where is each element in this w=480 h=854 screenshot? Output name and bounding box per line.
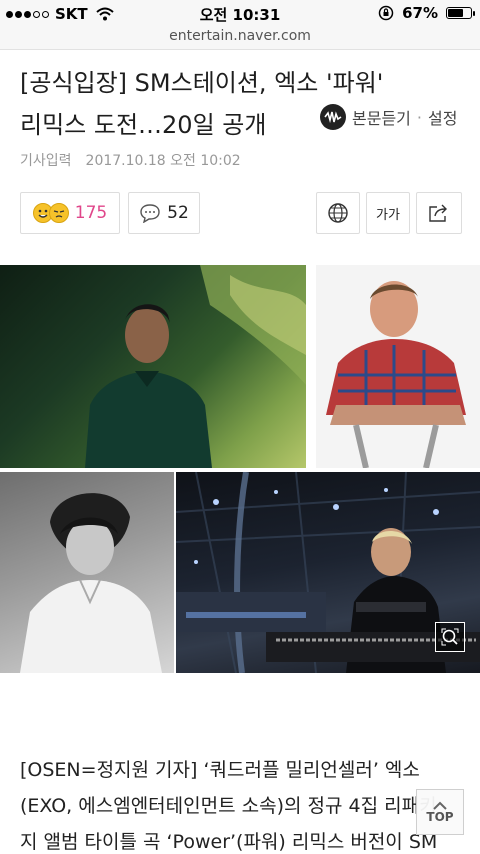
- article-title-line-1: [공식입장] SM스테이션, 엑소 '파워': [20, 69, 384, 97]
- url-text: entertain.naver.com: [169, 28, 311, 44]
- photo-collage[interactable]: [0, 265, 480, 673]
- scroll-top-button[interactable]: TOP: [416, 789, 464, 835]
- article-body-line: (EXO, 에스엠엔터테인먼트 소속)의 정규 4집 리패키: [20, 795, 437, 817]
- battery-percent: 67%: [402, 4, 438, 22]
- carrier-label: SKT: [55, 5, 88, 23]
- url-bar[interactable]: entertain.naver.com: [0, 28, 480, 50]
- article-meta: 기사입력 2017.10.18 오전 10:02: [20, 150, 241, 170]
- globe-icon: [328, 203, 348, 223]
- signal-strength-icon: [6, 10, 49, 18]
- reaction-button[interactable]: 175: [20, 192, 120, 234]
- share-icon: [429, 204, 447, 222]
- comment-button[interactable]: 52: [128, 192, 200, 234]
- comment-icon: [140, 204, 160, 223]
- photo-man-green-shirt: [0, 265, 306, 468]
- comment-count: 52: [167, 203, 189, 223]
- article-actions: 175 52 가가: [20, 192, 462, 234]
- font-size-button[interactable]: 가가: [366, 192, 410, 234]
- publish-date: 2017.10.18 오전 10:02: [85, 153, 241, 169]
- battery-icon: [446, 7, 475, 19]
- rotation-lock-icon: [378, 5, 394, 21]
- wifi-icon: [96, 7, 114, 21]
- tts-button[interactable]: 본문듣기: [352, 105, 411, 129]
- translate-button[interactable]: [316, 192, 360, 234]
- tts-controls: 본문듣기 · 설정: [320, 104, 457, 130]
- speaker-icon[interactable]: [320, 104, 346, 130]
- status-bar: SKT 오전 10:31 67%: [0, 0, 480, 28]
- article-body: [OSEN=정지원 기자] ‘쿼드러플 밀리언셀러’ 엑소 (EXO, 에스엠엔…: [20, 752, 460, 854]
- zoom-icon: [441, 628, 459, 646]
- photo-man-white-shirt: [0, 472, 174, 673]
- reaction-count: 175: [74, 203, 108, 223]
- zoom-button[interactable]: [435, 622, 465, 652]
- article-body-line: 지 앨범 타이틀 곡 ‘Power’(파워) 리믹스 버전이 SM: [20, 831, 438, 853]
- separator-dot: ·: [416, 107, 422, 127]
- top-label: TOP: [426, 810, 454, 824]
- date-label: 기사입력: [20, 153, 72, 169]
- share-button[interactable]: [416, 192, 462, 234]
- chevron-up-icon: [433, 801, 447, 810]
- font-size-label: 가가: [376, 207, 400, 223]
- article-body-line: [OSEN=정지원 기자] ‘쿼드러플 밀리언셀러’ 엑소: [20, 759, 420, 781]
- photo-man-plaid-shirt: [316, 265, 480, 468]
- sad-emoji-icon: [48, 203, 69, 223]
- settings-link[interactable]: 설정: [428, 105, 457, 129]
